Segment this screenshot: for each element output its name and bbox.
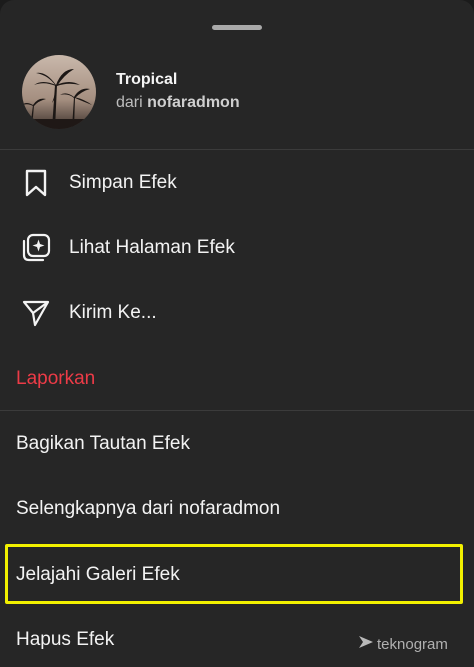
save-effect-label: Simpan Efek (69, 172, 177, 193)
drag-handle[interactable] (212, 25, 262, 30)
effect-avatar[interactable] (22, 55, 96, 129)
send-to-item[interactable]: Kirim Ke... (0, 287, 474, 339)
share-effect-link-item[interactable]: Bagikan Tautan Efek (16, 433, 190, 455)
watermark: teknogram (358, 634, 448, 654)
highlight-box (5, 544, 463, 604)
teknogram-logo-icon (358, 634, 374, 654)
watermark-text: teknogram (377, 635, 448, 653)
effect-name: Tropical (116, 71, 178, 88)
header-divider (0, 149, 474, 150)
effect-author-line[interactable]: dari nofaradmon (116, 92, 240, 114)
send-to-label: Kirim Ke... (69, 302, 157, 323)
effect-header: Tropical dari nofaradmon (22, 54, 240, 130)
remove-effect-item[interactable]: Hapus Efek (16, 629, 114, 651)
send-icon (20, 297, 52, 329)
palm-tree-thumbnail (22, 55, 96, 129)
view-effect-page-label: Lihat Halaman Efek (69, 237, 235, 258)
author-name[interactable]: nofaradmon (147, 94, 239, 111)
more-from-author-item[interactable]: Selengkapnya dari nofaradmon (16, 498, 280, 520)
section-divider (0, 410, 474, 411)
bottom-sheet: Tropical dari nofaradmon Simpan Efek Lih… (0, 0, 474, 667)
view-effect-page-item[interactable]: Lihat Halaman Efek (0, 222, 474, 274)
save-effect-item[interactable]: Simpan Efek (0, 157, 474, 209)
bookmark-icon (20, 167, 52, 199)
effect-page-icon (20, 232, 52, 264)
by-prefix: dari (116, 94, 143, 111)
report-item[interactable]: Laporkan (16, 368, 95, 390)
